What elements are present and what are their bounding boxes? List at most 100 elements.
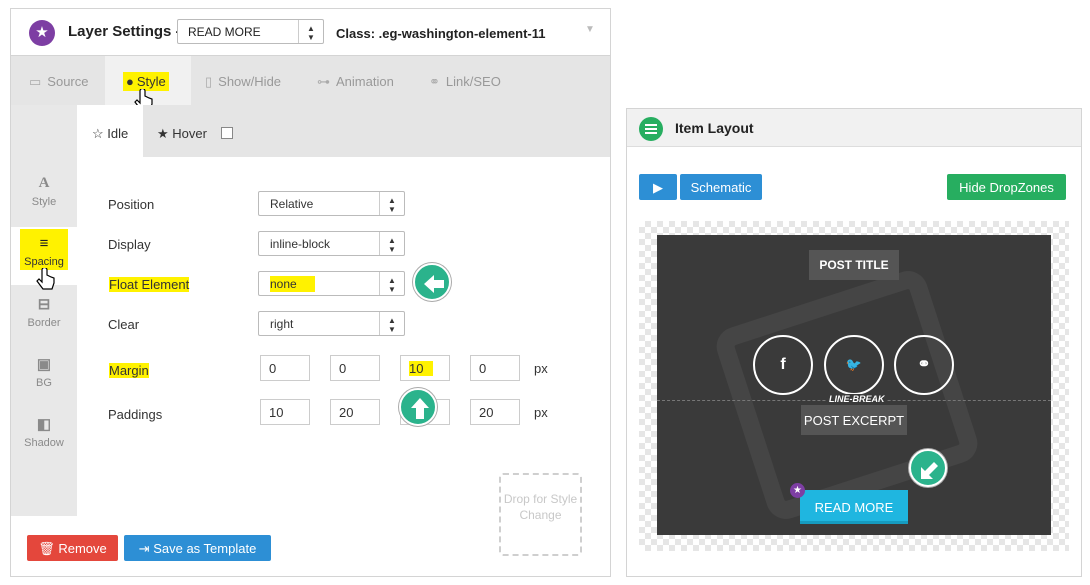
- style-sidebar: A Style ≡ Spacing ⊟ Border ▣ BG ◧ Shadow: [11, 105, 77, 516]
- margin-right-input[interactable]: 0: [330, 355, 380, 381]
- facebook-icon[interactable]: f: [753, 335, 813, 395]
- remove-button-label: Remove: [58, 541, 107, 556]
- sidebar-item-border-label: Border: [27, 317, 61, 329]
- save-as-template-label: Save as Template: [153, 541, 257, 556]
- arrow-down-left-icon: [909, 449, 947, 487]
- save-as-template-button[interactable]: ⇥ Save as Template: [124, 535, 271, 561]
- margin-label: Margin: [106, 361, 152, 380]
- schematic-button[interactable]: Schematic: [680, 174, 762, 200]
- clear-value: right: [270, 317, 294, 331]
- post-title-layer[interactable]: POST TITLE: [809, 250, 899, 280]
- float-element-value: none: [270, 276, 315, 292]
- select-arrows-icon: ▲ ▼: [379, 232, 404, 255]
- sidebar-item-bg-label: BG: [36, 377, 52, 389]
- clear-select[interactable]: right ▲ ▼: [258, 311, 405, 336]
- shadow-icon: ◧: [36, 416, 52, 433]
- star-icon: ★: [29, 20, 55, 46]
- tablet-icon: ▯: [205, 74, 213, 89]
- play-button[interactable]: ▶: [639, 174, 677, 200]
- link-icon[interactable]: ⚭: [894, 335, 954, 395]
- sidebar-item-style[interactable]: A Style: [11, 167, 77, 227]
- tab-show-hide-label: Show/Hide: [218, 74, 282, 89]
- margin-label-text: Margin: [109, 363, 149, 378]
- font-icon: A: [38, 175, 50, 191]
- remove-button[interactable]: 🗑 Remove: [27, 535, 118, 561]
- main-tabs: ▭ Source ● Style ▯ Show/Hide ⊶ Animation ⚭ Li…: [11, 55, 610, 106]
- layer-settings-header: ★ Layer Settings - READ MORE ▲ ▼ Class: .…: [11, 9, 610, 55]
- tab-animation-label: Animation: [336, 74, 394, 89]
- sidebar-item-style-label: Style: [31, 196, 57, 208]
- tab-link-seo[interactable]: ⚭ Link/SEO: [429, 56, 501, 106]
- link-icon: ⚭: [429, 74, 440, 89]
- margin-unit: px: [534, 361, 548, 376]
- tab-style-label: Style: [136, 74, 166, 89]
- drop-icon: ●: [126, 74, 134, 89]
- tab-show-hide[interactable]: ▯ Show/Hide: [205, 56, 281, 106]
- padding-right-input[interactable]: 20: [330, 399, 380, 425]
- float-element-select[interactable]: none ▲ ▼: [258, 271, 405, 296]
- select-arrows-icon: ▲ ▼: [379, 272, 404, 295]
- sidebar-item-spacing-label: Spacing: [24, 256, 64, 268]
- position-value: Relative: [270, 197, 314, 211]
- tab-idle-label: Idle: [107, 126, 129, 141]
- class-label: Class: .eg-washington-element-11: [336, 26, 546, 41]
- sidebar-item-border[interactable]: ⊟ Border: [11, 287, 77, 347]
- item-layout-panel: Item Layout ▶ Schematic Hide DropZones P…: [626, 108, 1082, 577]
- tab-source[interactable]: ▭ Source: [29, 56, 89, 106]
- sidebar-item-shadow[interactable]: ◧ Shadow: [11, 407, 77, 467]
- item-card: POST TITLE f 🐦 ⚭ LINE-BREAK POST EXCERPT…: [657, 235, 1051, 535]
- tab-animation[interactable]: ⊶ Animation: [317, 56, 394, 106]
- toggle-icon: ⊶: [317, 74, 330, 89]
- import-icon: ⇥: [138, 541, 150, 556]
- arrow-up-icon: [399, 388, 437, 426]
- read-more-layer[interactable]: READ MORE: [800, 490, 908, 524]
- star-icon: ★: [790, 483, 805, 498]
- hide-dropzones-button[interactable]: Hide DropZones: [947, 174, 1066, 200]
- panel-title: Layer Settings -: [68, 23, 181, 40]
- margin-top-input[interactable]: 0: [260, 355, 310, 381]
- element-select[interactable]: READ MORE ▲ ▼: [177, 19, 324, 44]
- trash-icon: 🗑: [38, 541, 55, 556]
- twitter-icon[interactable]: 🐦: [824, 335, 884, 395]
- style-change-dropzone[interactable]: Drop for Style Change: [499, 473, 582, 556]
- padding-left-input[interactable]: 20: [470, 399, 520, 425]
- margin-left-input[interactable]: 0: [470, 355, 520, 381]
- element-select-value: READ MORE: [188, 25, 261, 39]
- layer-settings-panel: ★ Layer Settings - READ MORE ▲ ▼ Class: .…: [10, 8, 611, 577]
- float-element-label: Float Element: [106, 275, 192, 294]
- hover-checkbox[interactable]: [220, 127, 233, 139]
- sidebar-item-bg[interactable]: ▣ BG: [11, 347, 77, 407]
- clear-label: Clear: [108, 317, 140, 332]
- star-outline-icon: ☆: [92, 126, 104, 141]
- position-label: Position: [108, 197, 155, 212]
- hand-cursor-icon: [36, 268, 55, 290]
- align-lines-icon: ≡: [39, 235, 49, 252]
- line-break-label: LINE-BREAK: [827, 394, 887, 404]
- margin-bottom-value: 10: [409, 361, 434, 376]
- select-arrows-icon: ▲ ▼: [379, 312, 404, 335]
- layout-preview: POST TITLE f 🐦 ⚭ LINE-BREAK POST EXCERPT…: [639, 221, 1069, 551]
- display-label: Display: [108, 237, 151, 252]
- border-icon: ⊟: [37, 296, 51, 313]
- post-excerpt-layer[interactable]: POST EXCERPT: [801, 405, 907, 435]
- collapse-caret-icon[interactable]: ▼: [585, 24, 595, 35]
- padding-top-input[interactable]: 10: [260, 399, 310, 425]
- tab-link-seo-label: Link/SEO: [445, 74, 501, 89]
- folder-icon: ▭: [29, 74, 42, 89]
- tab-hover[interactable]: ★ Hover: [157, 105, 233, 157]
- image-icon: ▣: [36, 356, 52, 373]
- sidebar-item-shadow-label: Shadow: [24, 437, 64, 449]
- display-select[interactable]: inline-block ▲ ▼: [258, 231, 405, 256]
- position-select[interactable]: Relative ▲ ▼: [258, 191, 405, 216]
- tab-idle[interactable]: ☆ Idle: [77, 105, 143, 157]
- facebook-glyph: f: [780, 356, 786, 373]
- float-element-label-text: Float Element: [109, 277, 190, 292]
- menu-icon: [639, 117, 663, 141]
- state-tabs: ☆ Idle ★ Hover: [77, 105, 610, 157]
- paddings-unit: px: [534, 405, 548, 420]
- tab-hover-label: Hover: [172, 126, 207, 141]
- style-content: ☆ Idle ★ Hover Position Relative ▲ ▼ Disp…: [77, 105, 610, 516]
- margin-bottom-input[interactable]: 10: [400, 355, 450, 381]
- display-value: inline-block: [270, 237, 331, 251]
- select-arrows-icon: ▲ ▼: [298, 20, 323, 43]
